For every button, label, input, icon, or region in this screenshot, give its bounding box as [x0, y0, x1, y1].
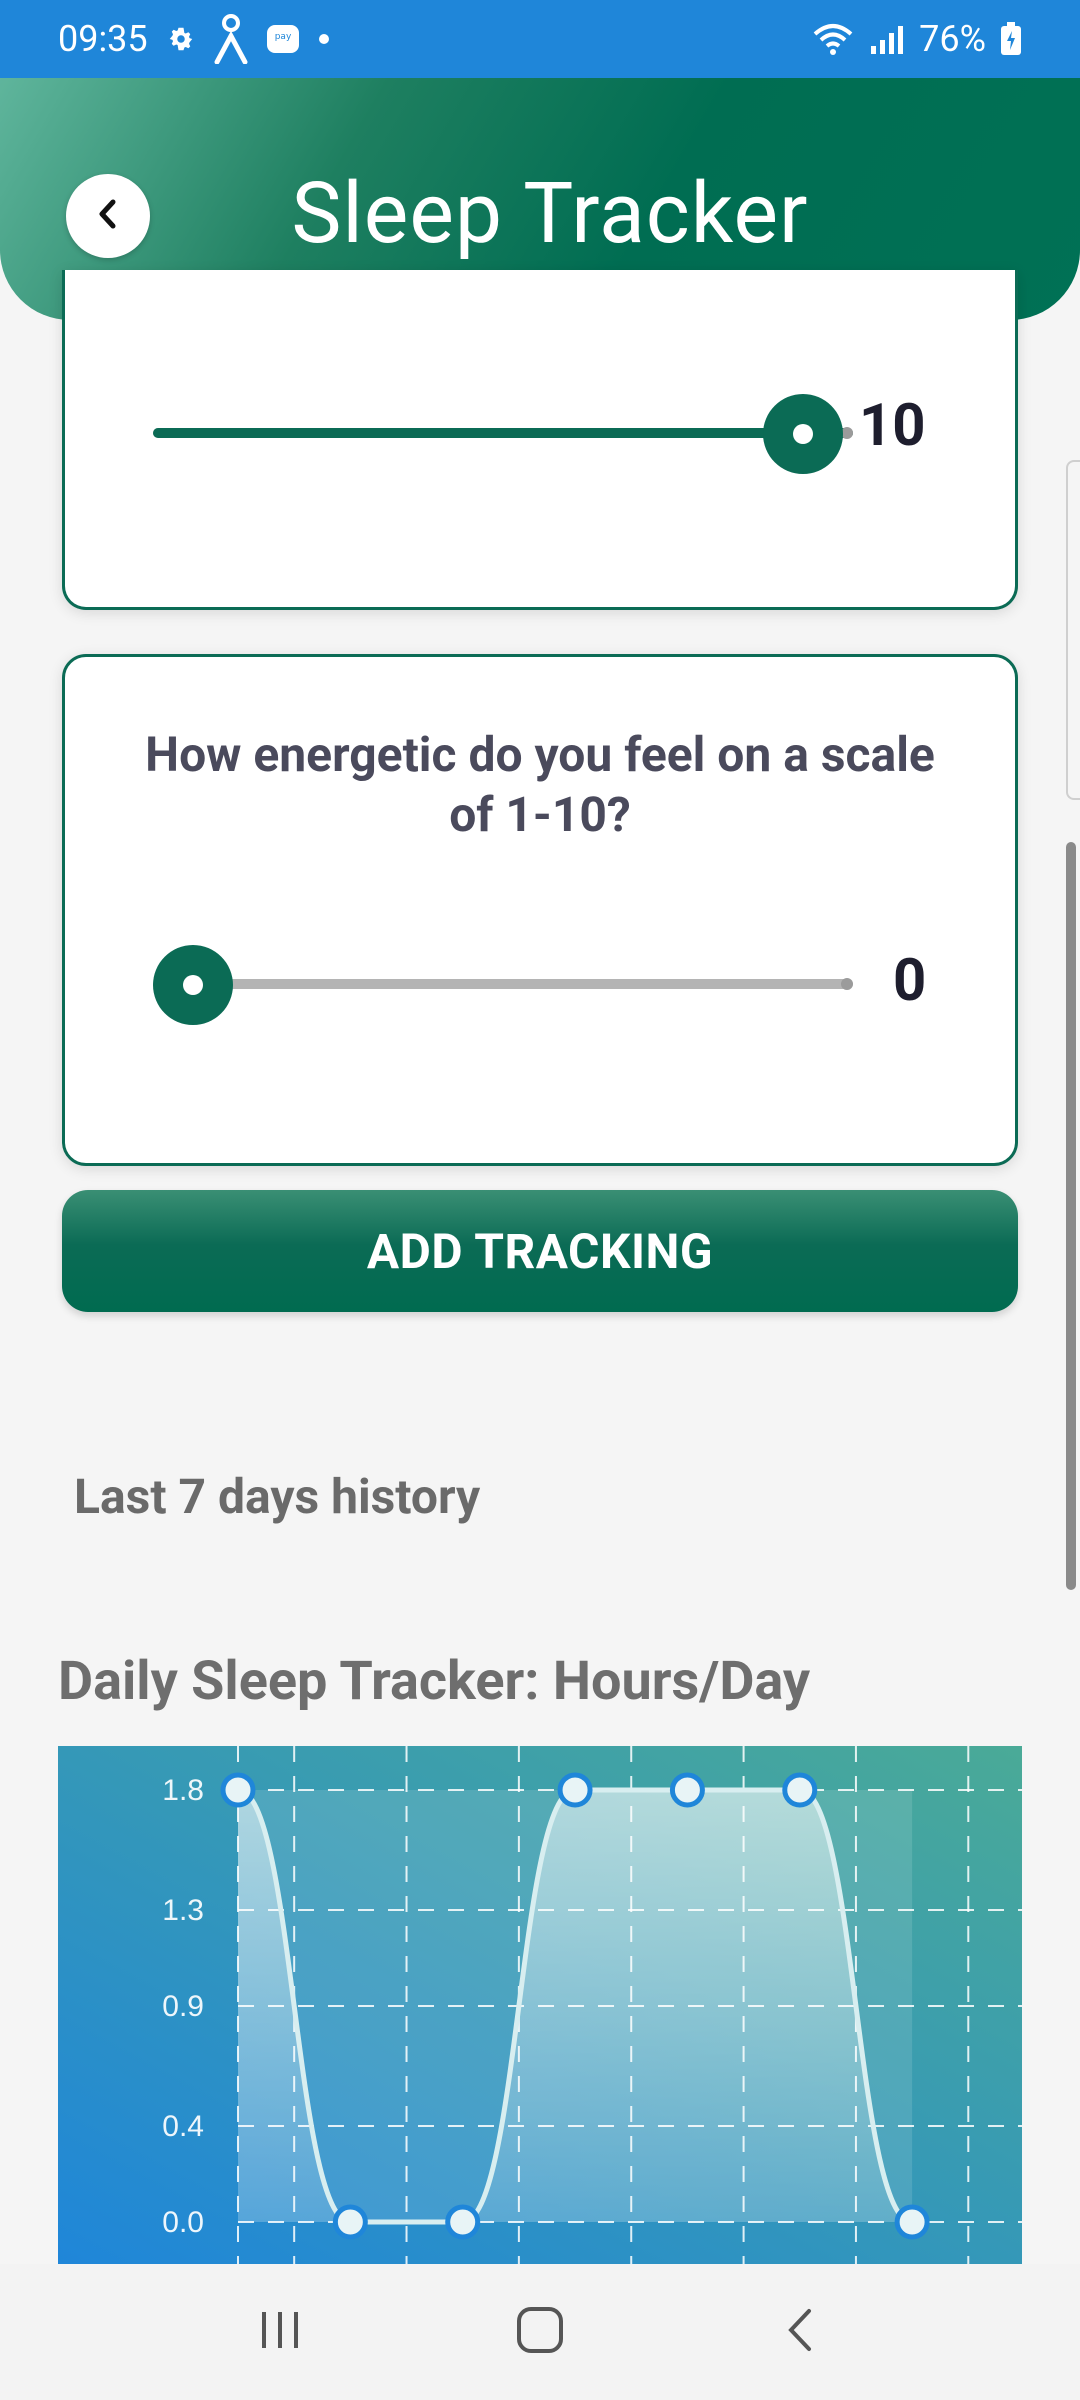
wifi-icon — [811, 22, 855, 56]
slider-track — [153, 979, 853, 989]
home-icon — [515, 2305, 565, 2359]
y-tick-label: 0.9 — [162, 1990, 204, 2023]
data-point[interactable] — [782, 1772, 818, 1808]
rating-slider-1[interactable] — [153, 394, 853, 474]
home-button[interactable] — [480, 2282, 600, 2382]
signal-icon — [869, 24, 905, 54]
status-time: 09:35 — [58, 18, 148, 60]
y-tick-label: 0.0 — [162, 2206, 204, 2239]
slider-value-1: 10 — [859, 392, 926, 460]
data-point[interactable] — [332, 2204, 368, 2240]
y-tick-label: 0.4 — [162, 2110, 204, 2143]
add-tracking-button[interactable]: ADD TRACKING — [62, 1190, 1018, 1312]
person-icon — [214, 14, 248, 64]
slider-end — [841, 978, 853, 990]
sleep-chart: 1.8 1.3 0.9 0.4 0.0 — [58, 1746, 1022, 2264]
y-tick-label: 1.3 — [162, 1894, 204, 1927]
battery-percent: 76% — [919, 18, 986, 60]
scrollbar-thumb[interactable] — [1066, 842, 1076, 1590]
page-title: Sleep Tracker — [291, 164, 809, 263]
y-tick-label: 1.8 — [162, 1774, 204, 1807]
slider-thumb[interactable] — [763, 394, 843, 474]
history-label: Last 7 days history — [74, 1468, 481, 1525]
sleep-chart-svg: 1.8 1.3 0.9 0.4 0.0 — [58, 1746, 1022, 2264]
data-point[interactable] — [894, 2204, 930, 2240]
slider-value-2: 0 — [893, 947, 927, 1015]
rating-card-2: How energetic do you feel on a scale of … — [62, 654, 1018, 1166]
energy-slider[interactable] — [153, 945, 853, 1025]
energy-question: How energetic do you feel on a scale of … — [145, 726, 935, 843]
gear-icon — [166, 24, 196, 54]
back-nav-button[interactable] — [740, 2282, 860, 2382]
back-nav-icon — [783, 2307, 817, 2357]
status-bar: 09:35 pay 76% — [0, 0, 1080, 78]
rating-card-1: 10 — [62, 270, 1018, 610]
svg-text:pay: pay — [274, 32, 291, 42]
data-point[interactable] — [220, 1772, 256, 1808]
data-point[interactable] — [445, 2204, 481, 2240]
battery-icon — [1000, 22, 1022, 56]
pay-icon: pay — [266, 24, 300, 54]
data-point[interactable] — [557, 1772, 593, 1808]
recent-apps-button[interactable] — [220, 2282, 340, 2382]
slider-thumb[interactable] — [153, 945, 233, 1025]
scroll-indicator — [1066, 460, 1080, 800]
data-point[interactable] — [669, 1772, 705, 1808]
dot-icon — [318, 33, 330, 45]
recent-apps-icon — [258, 2308, 302, 2356]
slider-fill — [153, 428, 853, 438]
system-nav-bar — [0, 2264, 1080, 2400]
chart-title: Daily Sleep Tracker: Hours/Day — [58, 1650, 811, 1713]
